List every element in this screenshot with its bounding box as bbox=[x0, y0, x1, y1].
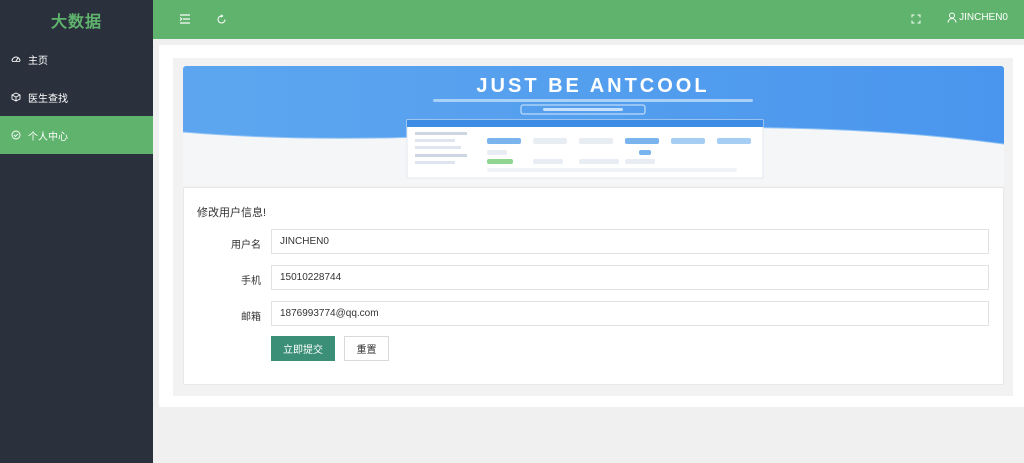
menu-toggle-icon[interactable] bbox=[178, 12, 192, 26]
cube-icon bbox=[10, 91, 22, 103]
sidebar-item-doctor-search[interactable]: 医生查找 bbox=[0, 78, 153, 116]
user-icon bbox=[947, 12, 957, 23]
top-header: JINCHEN0 bbox=[153, 0, 1024, 39]
sidebar-item-home[interactable]: 主页 bbox=[0, 40, 153, 78]
promo-banner: JUST BE ANTCOOL bbox=[183, 66, 1004, 186]
dashboard-icon bbox=[10, 53, 22, 65]
fullscreen-icon[interactable] bbox=[909, 12, 923, 26]
reset-button[interactable]: 重置 bbox=[344, 336, 389, 361]
user-menu[interactable]: JINCHEN0 bbox=[947, 12, 1008, 23]
submit-button[interactable]: 立即提交 bbox=[271, 336, 335, 361]
sidebar-item-profile[interactable]: 个人中心 bbox=[0, 116, 153, 154]
form-title: 修改用户信息! bbox=[197, 207, 267, 219]
sidebar-item-label: 主页 bbox=[28, 55, 48, 67]
footer-area bbox=[153, 407, 1024, 463]
username-field[interactable]: JINCHEN0 bbox=[271, 229, 989, 254]
sidebar-item-label: 医生查找 bbox=[28, 93, 68, 105]
phone-label: 手机 bbox=[241, 276, 261, 287]
sidebar: 大数据 主页 医生查找 个人中心 bbox=[0, 0, 153, 463]
phone-field[interactable]: 15010228744 bbox=[271, 265, 989, 290]
check-circle-icon bbox=[10, 129, 22, 141]
email-label: 邮箱 bbox=[241, 312, 261, 323]
refresh-icon[interactable] bbox=[214, 12, 228, 26]
app-title: 大数据 bbox=[50, 14, 102, 31]
username-display: JINCHEN0 bbox=[959, 12, 1008, 23]
username-label: 用户名 bbox=[231, 240, 261, 251]
sidebar-item-label: 个人中心 bbox=[28, 131, 68, 143]
banner-headline: JUST BE ANTCOOL bbox=[476, 75, 709, 97]
email-field[interactable]: 1876993774@qq.com bbox=[271, 301, 989, 326]
